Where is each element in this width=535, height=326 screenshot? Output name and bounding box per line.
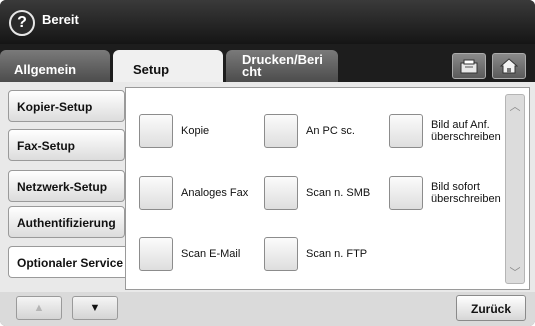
tab-drucken-bericht[interactable]: Drucken/Beri cht (226, 50, 338, 82)
job-status-button[interactable] (452, 53, 486, 79)
checkbox[interactable] (264, 237, 298, 271)
arrow-up-icon: ▲ (33, 302, 45, 314)
checkbox[interactable] (139, 114, 173, 148)
option-scan-e-mail[interactable]: Scan E-Mail (139, 237, 240, 271)
sidebar-item-authentifizierung[interactable]: Authentifizierung (8, 206, 125, 238)
option-scan-n-smb[interactable]: Scan n. SMB (264, 176, 370, 210)
status-text: Bereit (42, 12, 79, 27)
sidebar-item-netzwerk-setup[interactable]: Netzwerk-Setup (8, 170, 125, 202)
checkbox[interactable] (264, 114, 298, 148)
options-grid: Kopie An PC sc. Bild auf Anf. überschrei… (125, 87, 530, 290)
option-analoges-fax[interactable]: Analoges Fax (139, 176, 248, 210)
checkbox[interactable] (389, 114, 423, 148)
checkbox[interactable] (139, 237, 173, 271)
option-scan-n-ftp[interactable]: Scan n. FTP (264, 237, 367, 271)
help-icon[interactable]: ? (9, 10, 35, 36)
job-status-icon (460, 59, 478, 74)
arrow-down-icon: ▼ (89, 302, 101, 314)
checkbox[interactable] (264, 176, 298, 210)
scroll-down-icon[interactable]: ﹀ (506, 261, 524, 283)
page-up-button[interactable]: ▲ (16, 296, 62, 320)
back-button[interactable]: Zurück (456, 295, 526, 321)
checkbox[interactable] (389, 176, 423, 210)
scroll-up-icon[interactable]: ︿ (506, 95, 524, 117)
home-icon (500, 58, 518, 74)
sidebar-item-optionaler-service[interactable]: Optionaler Service (8, 246, 132, 278)
tab-allgemein[interactable]: Allgemein (0, 50, 110, 82)
option-bild-sofort-ueberschreiben[interactable]: Bild sofort überschreiben (389, 176, 501, 210)
option-bild-auf-anf-ueberschreiben[interactable]: Bild auf Anf. überschreiben (389, 114, 501, 148)
sidebar-item-kopier-setup[interactable]: Kopier-Setup (8, 90, 125, 122)
screen: ? Bereit Allgemein Setup Drucken/Beri ch… (0, 0, 535, 326)
option-an-pc-sc[interactable]: An PC sc. (264, 114, 355, 148)
page-down-button[interactable]: ▼ (72, 296, 118, 320)
setup-panel: Kopier-Setup Fax-Setup Netzwerk-Setup Au… (0, 82, 535, 326)
tab-setup[interactable]: Setup (113, 50, 223, 84)
home-button[interactable] (492, 53, 526, 79)
sidebar-item-fax-setup[interactable]: Fax-Setup (8, 129, 125, 161)
top-bar: ? Bereit (0, 0, 535, 44)
option-kopie[interactable]: Kopie (139, 114, 209, 148)
checkbox[interactable] (139, 176, 173, 210)
options-scrollbar[interactable]: ︿ ﹀ (505, 94, 525, 284)
